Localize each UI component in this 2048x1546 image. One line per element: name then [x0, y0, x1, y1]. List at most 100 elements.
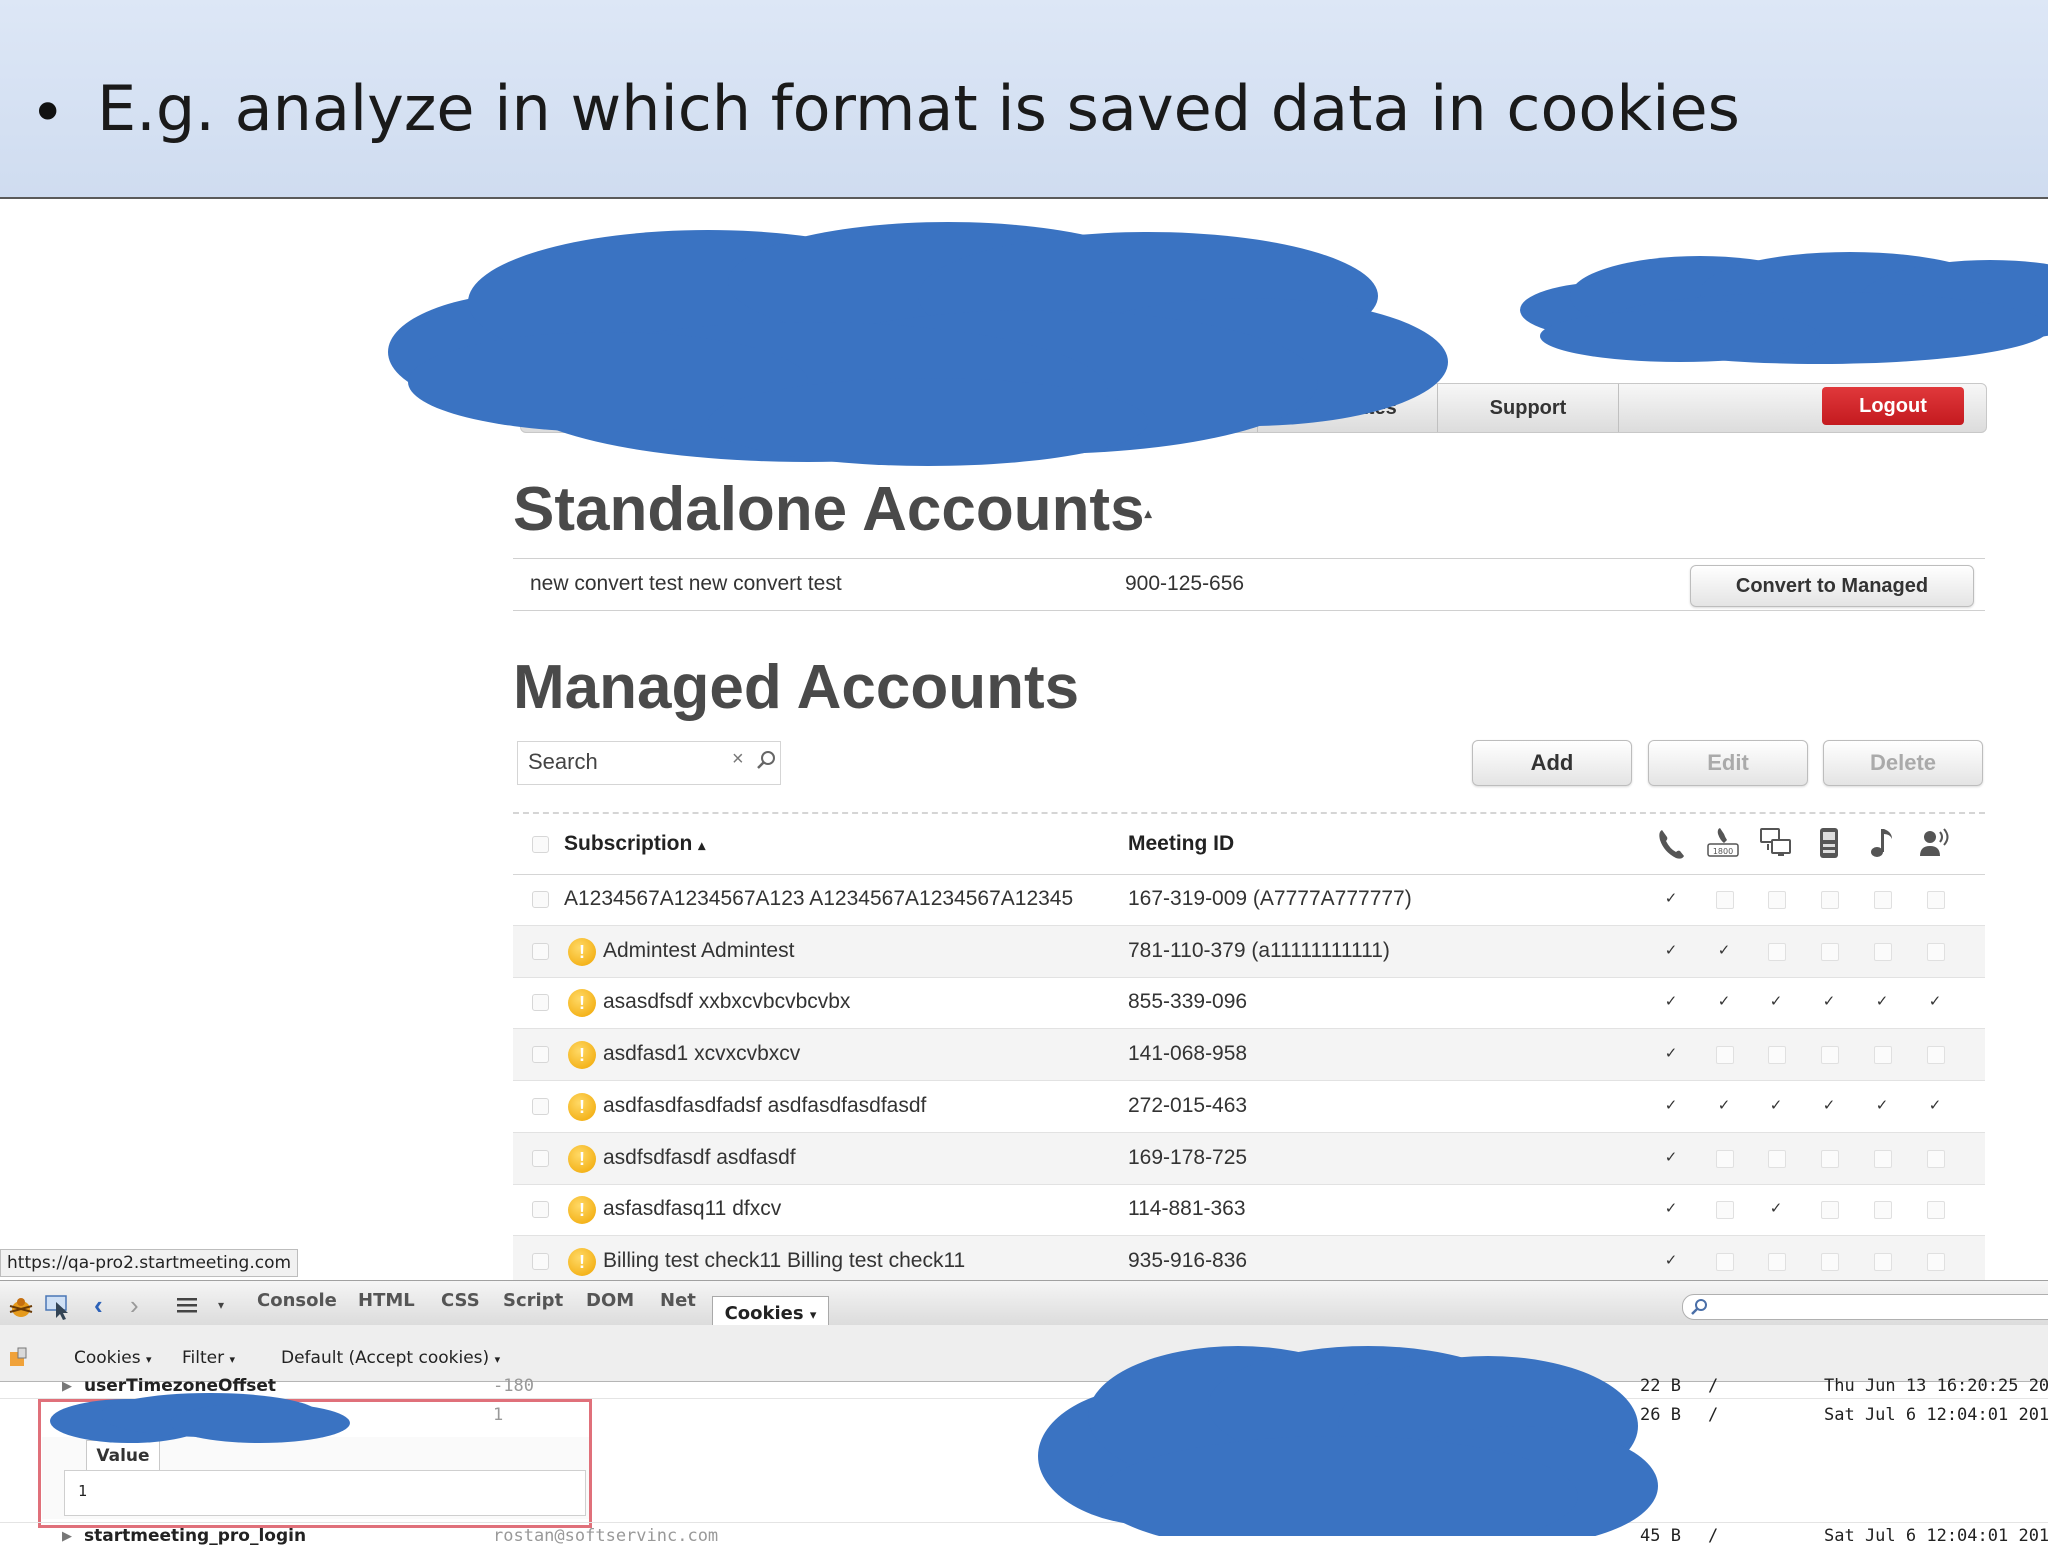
cookie-policy-menu[interactable]: Default (Accept cookies) ▾	[281, 1348, 500, 1368]
select-all-checkbox[interactable]	[532, 836, 549, 853]
expand-arrow-icon[interactable]: ▶	[62, 1528, 72, 1544]
feature-empty-box	[1874, 942, 1892, 961]
row-checkbox[interactable]	[532, 1252, 549, 1270]
firebug-tab-console[interactable]: Console	[257, 1290, 337, 1311]
subscription-name: asfasdfasq11 dfxcv	[603, 1197, 782, 1221]
feature-empty-box	[1821, 1252, 1839, 1271]
row-checkbox[interactable]	[532, 1149, 549, 1167]
feature-checkmark-icon: ✓	[1664, 1251, 1678, 1269]
feature-checkmark-icon: ✓	[1769, 1096, 1783, 1114]
managed-accounts-title: Managed Accounts	[513, 653, 1080, 722]
cookie-expires: Sat Jul 6 12:04:01 2013	[1824, 1405, 2048, 1425]
firebug-search-field[interactable]	[1682, 1294, 2048, 1320]
recording-device-icon	[1820, 828, 1838, 858]
expand-arrow-icon[interactable]: ▶	[62, 1378, 72, 1394]
row-checkbox[interactable]	[532, 1201, 549, 1219]
feature-empty-box	[1874, 1252, 1892, 1271]
warning-icon: !	[568, 1092, 596, 1121]
slide-title: E.g. analyze in which format is saved da…	[97, 72, 1740, 145]
cookie-value: -180	[493, 1376, 534, 1396]
meeting-id: 167-319-009 (A7777A777777)	[1128, 887, 1412, 910]
cookie-name[interactable]: startmeeting_pro_login	[84, 1526, 306, 1546]
subscription-name: A1234567A1234567A123 A1234567A1234567A12…	[564, 887, 1074, 910]
search-icon	[1691, 1299, 1707, 1315]
add-button[interactable]: Add	[1472, 740, 1632, 786]
clear-search-icon[interactable]: ×	[732, 748, 744, 771]
warning-icon: !	[568, 1247, 596, 1276]
feature-empty-box	[1874, 1149, 1892, 1168]
feature-empty-box	[1821, 1046, 1839, 1065]
logout-button[interactable]: Logout	[1822, 387, 1964, 425]
redaction-cloud	[1038, 1346, 1658, 1536]
inspect-element-icon[interactable]	[44, 1294, 72, 1320]
redaction-cloud	[1520, 252, 2048, 364]
list-menu-icon[interactable]	[175, 1294, 201, 1318]
feature-empty-box	[1927, 1201, 1945, 1220]
feature-checkmark-icon: ✓	[1875, 993, 1889, 1011]
back-arrow-icon[interactable]: ‹	[94, 1290, 103, 1321]
feature-checkmark-icon: ✓	[1769, 1200, 1783, 1218]
firebug-tab-script[interactable]: Script	[503, 1290, 563, 1311]
feature-empty-box	[1716, 891, 1734, 909]
meeting-id: 141-068-958	[1128, 1042, 1248, 1066]
row-divider	[0, 1522, 2048, 1523]
standalone-meeting-id: 900-125-656	[1125, 572, 1245, 595]
feature-empty-box	[1768, 1252, 1786, 1271]
feature-checkmark-icon: ✓	[1875, 1096, 1889, 1114]
cookies-menu[interactable]: Cookies ▾	[74, 1348, 152, 1368]
delete-button[interactable]: Delete	[1823, 740, 1983, 786]
feature-checkmark-icon: ✓	[1717, 941, 1731, 959]
screen-share-icon	[1760, 828, 1791, 856]
search-box: ×	[517, 741, 781, 785]
cookie-value: rostan@softservinc.com	[493, 1526, 719, 1546]
row-checkbox[interactable]	[532, 1097, 549, 1115]
slide-header: • E.g. analyze in which format is saved …	[0, 0, 2048, 199]
firebug-bug-icon[interactable]	[6, 1294, 36, 1320]
row-checkbox[interactable]	[532, 891, 549, 908]
search-icon[interactable]	[756, 750, 776, 770]
bullet-point: •	[30, 78, 66, 148]
feature-empty-box	[1927, 1046, 1945, 1065]
column-header-subscription[interactable]: Subscription ▴	[564, 832, 705, 856]
feature-empty-box	[1821, 891, 1839, 909]
firebug-tab-dom[interactable]: DOM	[586, 1290, 634, 1311]
warning-icon: !	[568, 937, 596, 966]
feature-empty-box	[1768, 942, 1786, 961]
firebug-tab-html[interactable]: HTML	[358, 1290, 415, 1311]
svg-text:1800: 1800	[1713, 847, 1733, 856]
feature-empty-box	[1716, 1252, 1734, 1271]
cookie-path: /	[1708, 1376, 1719, 1396]
search-input[interactable]	[528, 742, 728, 782]
feature-checkmark-icon: ✓	[1717, 1096, 1731, 1114]
row-checkbox[interactable]	[532, 942, 549, 960]
feature-empty-box	[1874, 1201, 1892, 1220]
feature-empty-box	[1874, 1046, 1892, 1065]
standalone-account-name: new convert test new convert test	[530, 572, 842, 595]
edit-button[interactable]: Edit	[1648, 740, 1808, 786]
feature-empty-box	[1927, 942, 1945, 961]
feature-checkmark-icon: ✓	[1664, 1200, 1678, 1218]
firebug-tab-net[interactable]: Net	[660, 1290, 696, 1311]
feature-checkmark-icon: ✓	[1928, 993, 1942, 1011]
speaker-person-icon	[1920, 828, 1949, 856]
subscription-name: asdfasdfasdfadsf asdfasdfasdfasdf	[603, 1093, 927, 1117]
subscription-name: Admintest Admintest	[603, 938, 795, 962]
cookie-icon	[10, 1347, 27, 1366]
nav-tab-support[interactable]: Support	[1437, 384, 1619, 432]
forward-arrow-icon[interactable]: ›	[130, 1290, 139, 1321]
subscription-name: asasdfsdf xxbxcvbcvbcvbx	[603, 990, 851, 1014]
convert-to-managed-button[interactable]: Convert to Managed	[1690, 565, 1974, 607]
meeting-id: 935-916-836	[1128, 1248, 1248, 1272]
feature-empty-box	[1927, 1149, 1945, 1168]
warning-icon: !	[568, 1041, 596, 1070]
row-checkbox[interactable]	[532, 1046, 549, 1064]
filter-menu[interactable]: Filter ▾	[182, 1348, 235, 1368]
feature-checkmark-icon: ✓	[1822, 1096, 1836, 1114]
dropdown-arrow-icon: ▾	[145, 1353, 152, 1366]
feature-checkmark-icon: ✓	[1822, 993, 1836, 1011]
column-header-meeting-id[interactable]: Meeting ID	[1128, 832, 1234, 856]
feature-empty-box	[1716, 1149, 1734, 1168]
firebug-tab-css[interactable]: CSS	[441, 1290, 480, 1311]
menu-dropdown-icon[interactable]: ▾	[218, 1298, 224, 1312]
row-checkbox[interactable]	[532, 994, 549, 1012]
